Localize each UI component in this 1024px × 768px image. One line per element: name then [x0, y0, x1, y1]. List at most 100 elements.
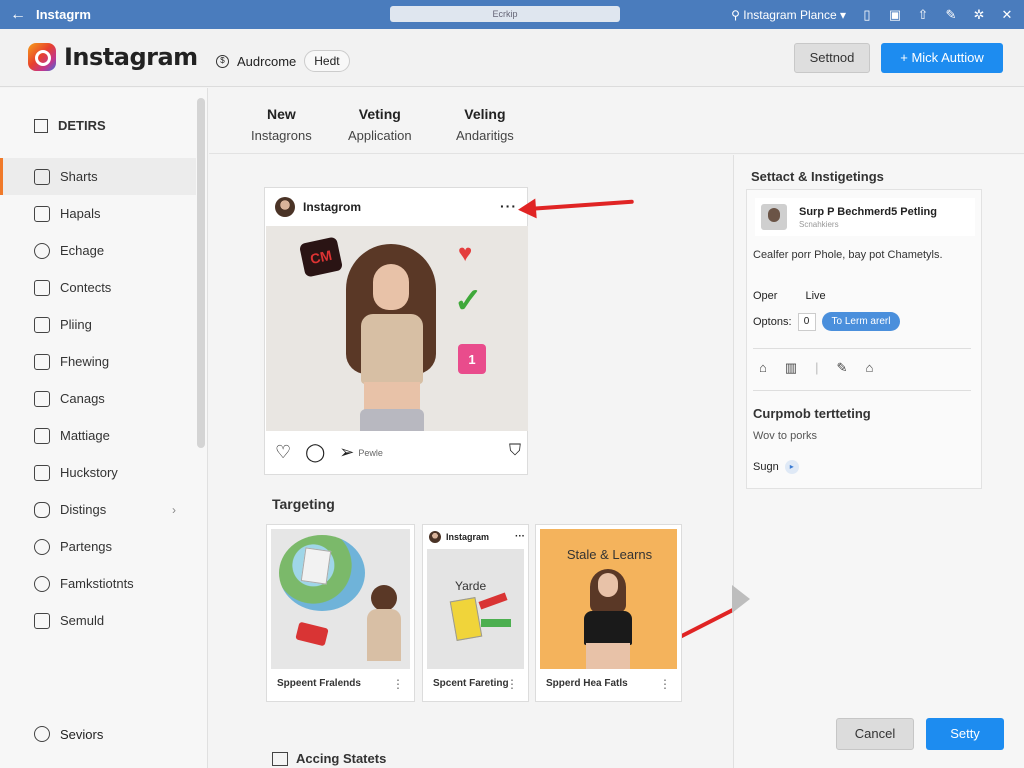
- targeting-card-image: Yarde: [427, 549, 524, 669]
- sidebar-item-pliing[interactable]: Pliing: [0, 306, 196, 343]
- clock-icon: [34, 575, 50, 592]
- cards-icon: [34, 390, 50, 407]
- home-icon: [34, 168, 50, 185]
- post-actions: ♡ ◯ ➢ Pewle ⛉: [275, 442, 521, 463]
- chat-icon: [34, 353, 50, 370]
- box-icon[interactable]: ▣: [888, 7, 902, 23]
- options-toggle-button[interactable]: To Lerm arerl: [821, 312, 901, 331]
- settings-panel: Settact & Instigetings Surp P Bechmerd5 …: [732, 155, 1024, 768]
- woman-photo: [346, 244, 436, 431]
- window-title: Instagrm: [36, 7, 91, 22]
- share-icon[interactable]: ➢: [339, 442, 354, 463]
- columns-icon[interactable]: ▥: [785, 360, 797, 376]
- sidebar-item-partengs[interactable]: Partengs: [0, 528, 196, 565]
- more-options-icon[interactable]: ···: [515, 531, 525, 542]
- checkmark-icon: ✓: [454, 282, 483, 320]
- targeting-card-caption: Sppeent Fralends: [277, 678, 361, 689]
- account-menu[interactable]: ⚲ Instagram Plance ▾: [731, 8, 846, 22]
- audience-pill[interactable]: Hedt: [304, 50, 350, 72]
- sidebar-item-semuld[interactable]: Semuld: [0, 602, 196, 639]
- search-icon: [34, 538, 50, 555]
- avatar: [275, 197, 295, 217]
- shopping-bag-icon: 1: [458, 344, 486, 374]
- sidebar-item-famkstiotnts[interactable]: Famkstiotnts: [0, 565, 196, 602]
- comment-icon[interactable]: ◯: [305, 442, 325, 463]
- home-icon[interactable]: ⌂: [759, 360, 767, 376]
- setup-button[interactable]: Setty: [926, 718, 1004, 750]
- app-header: Instagram $ Audrcome Hedt Settnod + Mick…: [0, 29, 1024, 87]
- pencil-icon[interactable]: ✎: [837, 360, 848, 376]
- play-icon: ▸: [784, 460, 799, 474]
- sidebar-item-contects[interactable]: Contects: [0, 269, 196, 306]
- settings-icon[interactable]: ✲: [972, 7, 986, 23]
- status-row: Oper Live: [753, 290, 826, 302]
- sidebar-item-hapals[interactable]: Hapals: [0, 195, 196, 232]
- new-auction-button[interactable]: + Mick Auttiow: [881, 43, 1003, 73]
- sidebar-item-echage[interactable]: Echage: [0, 232, 196, 269]
- bookmark-icon[interactable]: ⛉: [509, 442, 521, 460]
- targeting-card[interactable]: Stale & Learns Spperd Hea Fatls ⋮: [535, 524, 682, 702]
- options-row: Optons: 0 To Lerm arerl: [753, 312, 901, 331]
- separator: |: [815, 360, 819, 375]
- post-account-name: Instagrom: [303, 200, 362, 214]
- tab-new-instagrons[interactable]: New Instagrons: [251, 106, 312, 143]
- sign-link[interactable]: Sugn ▸: [753, 460, 799, 474]
- sidebar-item-mattiage[interactable]: Mattiage: [0, 417, 196, 454]
- sidebar-item-seviors[interactable]: Seviors: [34, 726, 103, 742]
- targeting-card[interactable]: Instagram ··· Yarde Spcent Fareting ⋮: [422, 524, 529, 702]
- panel-box: Surp P Bechmerd5 Petling Scnahkiers Ceal…: [746, 189, 982, 489]
- sidebar-item-sharts[interactable]: Sharts: [0, 158, 196, 195]
- document-icon[interactable]: ▯: [860, 7, 874, 23]
- lock-icon[interactable]: ⌂: [865, 360, 873, 376]
- annotation-arrow: [527, 199, 634, 211]
- titlebar-actions: ⚲ Instagram Plance ▾ ▯ ▣ ⇧ ✎ ✲ ✕: [731, 0, 1014, 29]
- tag-icon: [34, 205, 50, 222]
- sidebar-item-huckstory[interactable]: Huckstory: [0, 454, 196, 491]
- post-image: CM ♥ ✓ 1: [266, 226, 528, 431]
- list-icon: [34, 612, 50, 629]
- list-icon: [272, 751, 288, 766]
- upload-icon[interactable]: ⇧: [916, 7, 930, 23]
- sidebar-item-distings[interactable]: Distings ›: [0, 491, 196, 528]
- brand-name: Instagram: [64, 43, 198, 71]
- panel-toggle-arrow-icon[interactable]: [732, 585, 750, 613]
- section-text: Wov to porks: [753, 430, 817, 442]
- address-bar[interactable]: Ecrkip: [390, 6, 620, 22]
- post-header: Instagrom ···: [265, 188, 527, 226]
- more-options-icon[interactable]: ···: [500, 198, 517, 214]
- audience-selector[interactable]: $ Audrcome Hedt: [216, 50, 350, 72]
- close-icon[interactable]: ✕: [1000, 7, 1014, 23]
- tab-veling-andaritigs[interactable]: Veling Andaritigs: [456, 106, 514, 143]
- info-icon: $: [216, 54, 229, 68]
- divider: [753, 348, 971, 349]
- sidebar-item-fhewing[interactable]: Fhewing: [0, 343, 196, 380]
- info-icon: [34, 726, 50, 742]
- options-count-field[interactable]: 0: [797, 312, 816, 331]
- cancel-button[interactable]: Cancel: [836, 718, 914, 750]
- targeting-card[interactable]: Sppeent Fralends ⋮: [266, 524, 415, 702]
- pen-icon[interactable]: ✎: [944, 7, 958, 23]
- sidebar-scrollbar[interactable]: [197, 98, 205, 448]
- divider: [753, 390, 971, 391]
- sidebar-item-canags[interactable]: Canags: [0, 380, 196, 417]
- like-icon[interactable]: ♡: [275, 442, 291, 463]
- kebab-menu-icon[interactable]: ⋮: [392, 677, 404, 691]
- tab-bar: New Instagrons Veting Application Veling…: [209, 88, 1024, 154]
- panel-description: Cealfer porr Phole, bay pot Chametyls.: [753, 249, 943, 261]
- settings-button[interactable]: Settnod: [794, 43, 870, 73]
- kebab-menu-icon[interactable]: ⋮: [659, 677, 671, 691]
- sidebar: DETIRS Sharts Hapals Echage Contects Pli…: [0, 88, 208, 768]
- targeting-card-caption: Spperd Hea Fatls: [546, 678, 628, 689]
- sticker-cm: CM: [298, 236, 344, 278]
- account-subtitle: Scnahkiers: [799, 219, 839, 229]
- sidebar-nav: Sharts Hapals Echage Contects Pliing Fhe…: [0, 158, 196, 639]
- tab-veting-application[interactable]: Veting Application: [348, 106, 412, 143]
- targeting-card-header: Instagram ···: [429, 531, 525, 543]
- kebab-menu-icon[interactable]: ⋮: [506, 677, 518, 691]
- section-title: Curpmob tertteting: [753, 406, 871, 421]
- targeting-heading: Targeting: [272, 496, 335, 512]
- search-icon: [34, 242, 50, 259]
- back-arrow-icon[interactable]: ←: [0, 6, 36, 24]
- heart-icon: ♥: [458, 240, 473, 267]
- account-row[interactable]: Surp P Bechmerd5 Petling Scnahkiers: [755, 198, 975, 236]
